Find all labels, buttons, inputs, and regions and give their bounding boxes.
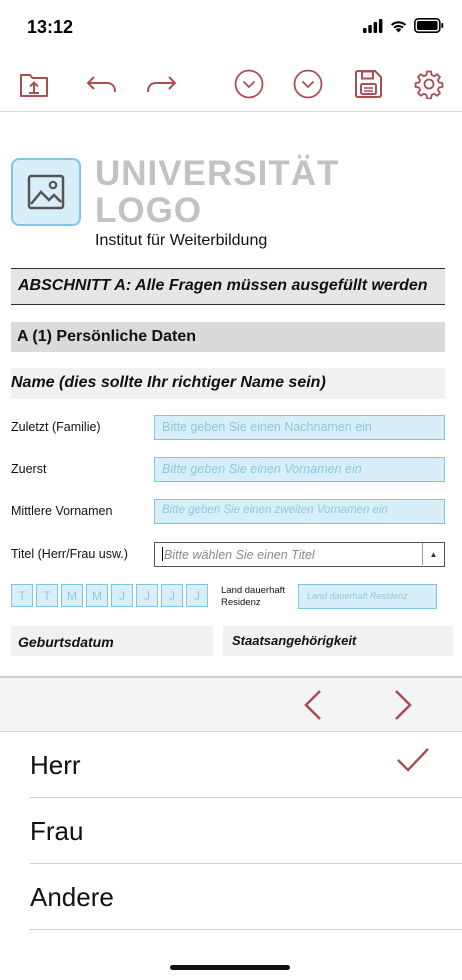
date-cell-year[interactable]: J (186, 584, 208, 607)
status-icons (363, 18, 444, 38)
picker-option-label: Frau (30, 816, 84, 846)
battery-icon (414, 18, 444, 38)
section-a-header: ABSCHNITT A: Alle Fragen müssen ausgefül… (11, 268, 445, 305)
picker-option-andere[interactable]: Andere (30, 864, 462, 930)
title-select[interactable]: Bitte wählen Sie einen Titel ▲ (154, 542, 445, 567)
first-name-field[interactable]: Bitte geben Sie einen Vornamen ein (154, 457, 445, 482)
residence-field[interactable]: Land dauerhaft Residenz (298, 584, 437, 609)
picker-toolbar (0, 678, 462, 732)
form-page: 13:12 UNIVERSITÄT LOGO Institut für Weit… (0, 0, 462, 980)
toolbar (0, 56, 462, 112)
caret-up-icon[interactable]: ▲ (422, 543, 444, 565)
picker-option-herr[interactable]: Herr (30, 732, 462, 798)
undo-icon[interactable] (83, 67, 119, 101)
logo-text-line2: LOGO (95, 191, 203, 230)
residence-label-line2: Residenz (221, 597, 261, 608)
date-cell-year[interactable]: J (111, 584, 133, 607)
chevron-left-icon[interactable] (298, 688, 328, 722)
title-label: Titel (Herr/Frau usw.) (11, 547, 128, 561)
last-name-field[interactable]: Bitte geben Sie einen Nachnamen ein (154, 415, 445, 440)
cellular-signal-icon (363, 18, 383, 38)
circle-chevron-down-icon[interactable] (231, 67, 267, 101)
date-cell-month[interactable]: M (61, 584, 83, 607)
institute-name: Institut für Weiterbildung (95, 232, 268, 249)
checkmark-icon (396, 747, 430, 778)
redo-icon[interactable] (144, 67, 180, 101)
picker-option-label: Herr (30, 750, 81, 780)
picker-option-frau[interactable]: Frau (30, 798, 462, 864)
residence-label: Land dauerhaft Residenz (221, 585, 285, 609)
text-cursor (162, 547, 163, 561)
wifi-icon (389, 19, 408, 38)
subsection-a1-header: A (1) Persönliche Daten (11, 322, 445, 352)
save-icon[interactable] (350, 67, 386, 101)
logo-text-line1: UNIVERSITÄT (95, 154, 340, 193)
middle-names-field[interactable]: Bitte geben Sie einen zweiten Vornamen e… (154, 499, 445, 524)
status-time: 13:12 (27, 17, 74, 37)
form-document: UNIVERSITÄT LOGO Institut für Weiterbild… (0, 118, 462, 674)
image-placeholder-icon (11, 158, 81, 226)
chevron-right-icon[interactable] (388, 688, 418, 722)
birthdate-label: Geburtsdatum (11, 626, 213, 656)
home-indicator (170, 965, 290, 970)
circle-chevron-down-icon[interactable] (290, 67, 326, 101)
residence-label-line1: Land dauerhaft (221, 585, 285, 596)
picker-option-label: Andere (30, 882, 114, 912)
nationality-label: Staatsangehörigkeit (223, 626, 453, 656)
status-bar: 13:12 (0, 0, 462, 56)
date-cell-day[interactable]: T (36, 584, 58, 607)
date-cell-day[interactable]: T (11, 584, 33, 607)
gear-icon[interactable] (411, 67, 447, 101)
date-cell-month[interactable]: M (86, 584, 108, 607)
folder-upload-icon[interactable] (16, 67, 52, 101)
date-cell-year[interactable]: J (136, 584, 158, 607)
middle-names-label: Mittlere Vornamen (11, 504, 113, 518)
name-question: Name (dies sollte Ihr richtiger Name sei… (11, 368, 445, 399)
last-name-label: Zuletzt (Familie) (11, 420, 101, 434)
birthdate-cells: T T M M J J J J (11, 584, 211, 607)
date-cell-year[interactable]: J (161, 584, 183, 607)
first-name-label: Zuerst (11, 462, 47, 476)
title-select-placeholder: Bitte wählen Sie einen Titel (164, 548, 315, 562)
